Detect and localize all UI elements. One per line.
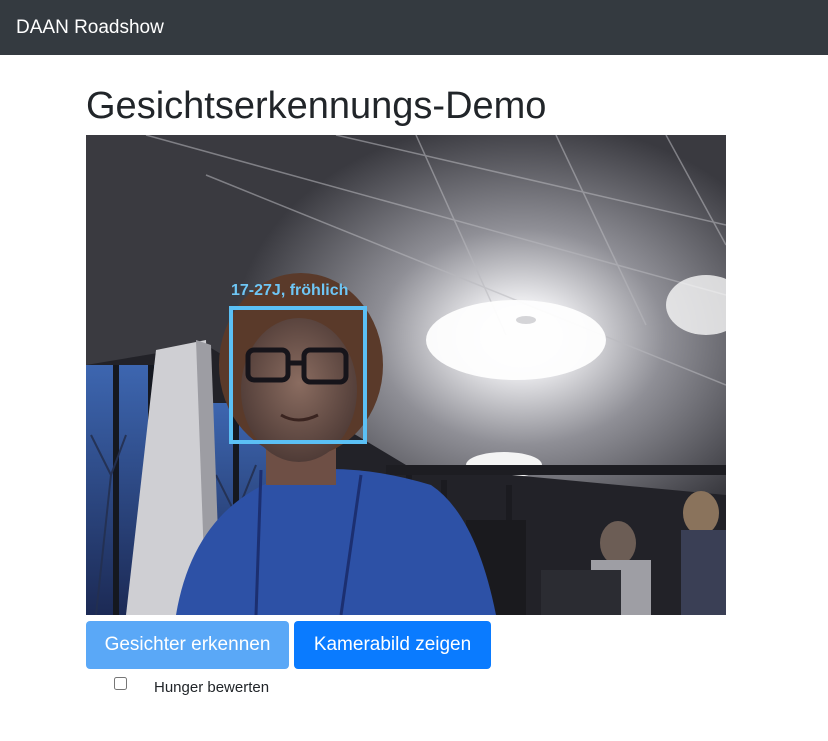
- hunger-checkbox[interactable]: [114, 677, 127, 690]
- hunger-checkbox-label: Hunger bewerten: [154, 679, 270, 696]
- navbar: DAAN Roadshow: [0, 0, 828, 55]
- face-detection-box: [229, 306, 367, 444]
- detect-faces-button[interactable]: Gesichter erkennen: [86, 621, 289, 669]
- page-title: Gesichtserkennungs-Demo: [86, 85, 547, 127]
- navbar-brand[interactable]: DAAN Roadshow: [16, 16, 164, 40]
- show-camera-button[interactable]: Kamerabild zeigen: [294, 621, 491, 669]
- camera-image: [86, 135, 726, 615]
- face-detection-label: 17-27J, fröhlich: [231, 282, 349, 299]
- camera-feed: 17-27J, fröhlich: [86, 135, 726, 615]
